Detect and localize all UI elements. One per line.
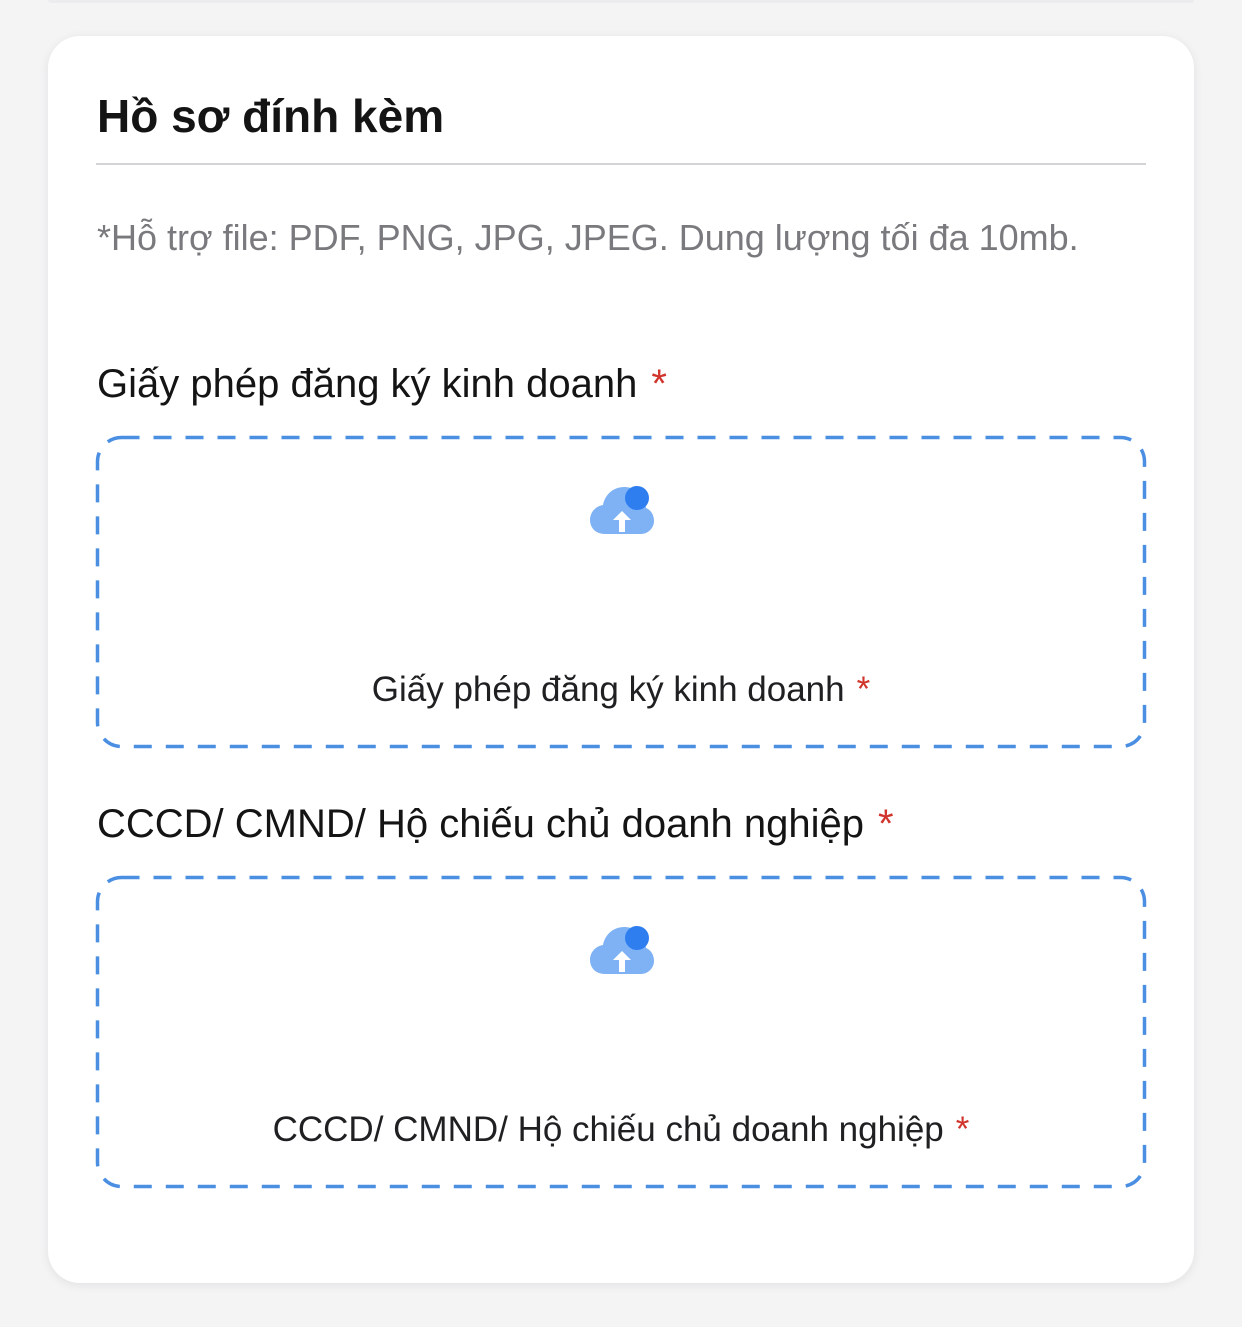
business-license-label: Giấy phép đăng ký kinh doanh * [97, 358, 667, 410]
upload-text: Giấy phép đăng ký kinh doanh [371, 670, 845, 709]
cloud-upload-icon [590, 926, 654, 974]
business-license-upload-text: Giấy phép đăng ký kinh doanh * [96, 668, 1146, 712]
title-divider [96, 163, 1146, 165]
required-asterisk: * [651, 362, 667, 406]
previous-card-edge [0, 0, 1242, 6]
owner-id-label-text: CCCD/ CMND/ Hộ chiếu chủ doanh nghiệp [97, 802, 865, 846]
cloud-upload-icon [590, 486, 654, 534]
upload-text: CCCD/ CMND/ Hộ chiếu chủ doanh nghiệp [272, 1110, 944, 1149]
required-asterisk: * [856, 670, 871, 709]
required-asterisk: * [955, 1110, 970, 1149]
owner-id-label: CCCD/ CMND/ Hộ chiếu chủ doanh nghiệp * [97, 798, 894, 850]
owner-id-upload-text: CCCD/ CMND/ Hộ chiếu chủ doanh nghiệp * [96, 1108, 1146, 1152]
business-license-upload-dropzone[interactable]: Giấy phép đăng ký kinh doanh * [95, 435, 1147, 749]
owner-id-upload-dropzone[interactable]: CCCD/ CMND/ Hộ chiếu chủ doanh nghiệp * [95, 875, 1147, 1189]
attachments-card: Hồ sơ đính kèm *Hỗ trợ file: PDF, PNG, J… [48, 36, 1194, 1283]
section-title: Hồ sơ đính kèm [97, 90, 445, 142]
required-asterisk: * [878, 802, 894, 846]
business-license-label-text: Giấy phép đăng ký kinh doanh [97, 362, 638, 406]
file-support-note: *Hỗ trợ file: PDF, PNG, JPG, JPEG. Dung … [97, 217, 1079, 258]
